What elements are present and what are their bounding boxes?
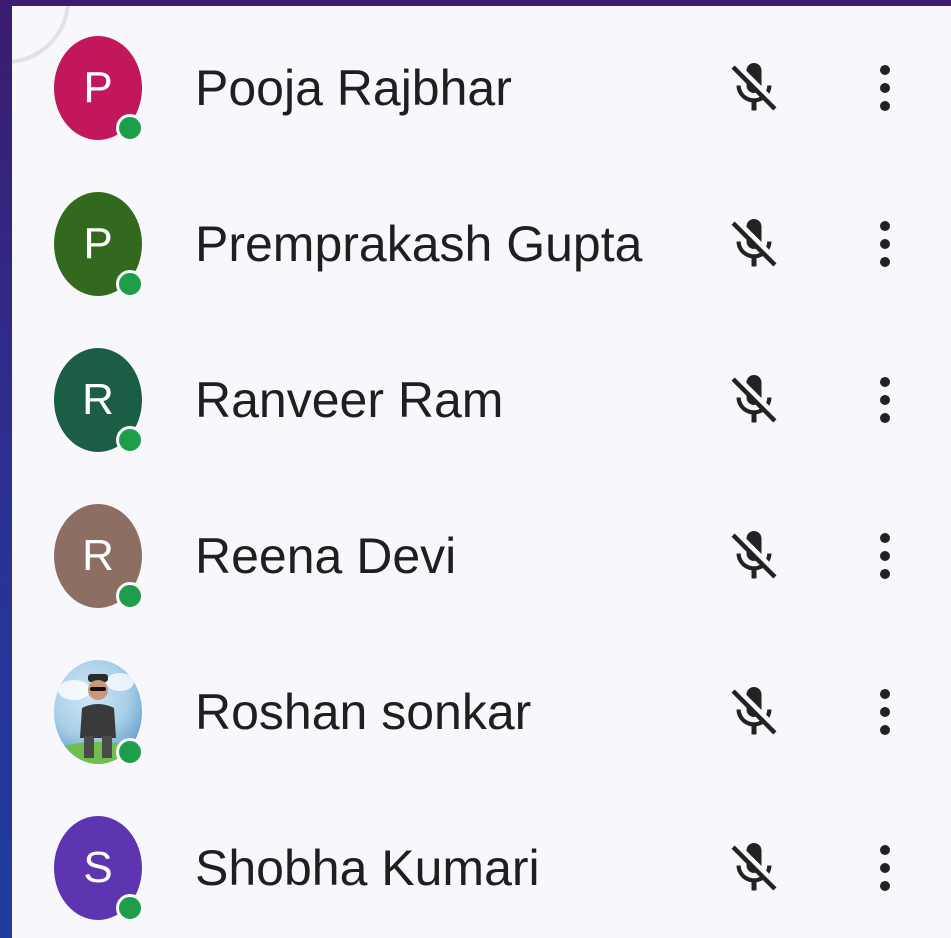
participant-name: Premprakash Gupta [195,216,643,272]
participant-row[interactable]: R Reena Devi [12,474,951,630]
participant-row[interactable]: Roshan sonkar [12,630,951,786]
avatar-container: P [54,36,144,142]
participant-name: Pooja Rajbhar [195,60,512,116]
mic-off-icon[interactable] [724,214,784,274]
online-status-dot [116,738,144,766]
window-frame-left [0,0,12,938]
mic-off-icon[interactable] [724,526,784,586]
avatar-container [54,660,144,766]
participant-row[interactable]: R Ranveer Ram [12,318,951,474]
online-status-dot [116,894,144,922]
mic-off-icon[interactable] [724,370,784,430]
participant-name: Ranveer Ram [195,372,504,428]
online-status-dot [116,270,144,298]
participant-row[interactable]: P Premprakash Gupta [12,162,951,318]
mic-off-icon[interactable] [724,682,784,742]
more-vert-icon[interactable] [870,526,900,586]
online-status-dot [116,426,144,454]
more-vert-icon[interactable] [870,58,900,118]
participant-name: Shobha Kumari [195,840,540,896]
participant-row[interactable]: S Shobha Kumari [12,786,951,938]
participant-row[interactable]: P Pooja Rajbhar [12,6,951,162]
participant-name: Reena Devi [195,528,457,584]
online-status-dot [116,114,144,142]
online-status-dot [116,582,144,610]
more-vert-icon[interactable] [870,838,900,898]
avatar-container: R [54,348,144,454]
avatar-container: S [54,816,144,922]
more-vert-icon[interactable] [870,214,900,274]
more-vert-icon[interactable] [870,370,900,430]
mic-off-icon[interactable] [724,58,784,118]
mic-off-icon[interactable] [724,838,784,898]
participant-name: Roshan sonkar [195,684,532,740]
participants-list: P Pooja Rajbhar P Premprakash Gupta R Ra… [12,6,951,938]
avatar-container: P [54,192,144,298]
more-vert-icon[interactable] [870,682,900,742]
avatar-container: R [54,504,144,610]
